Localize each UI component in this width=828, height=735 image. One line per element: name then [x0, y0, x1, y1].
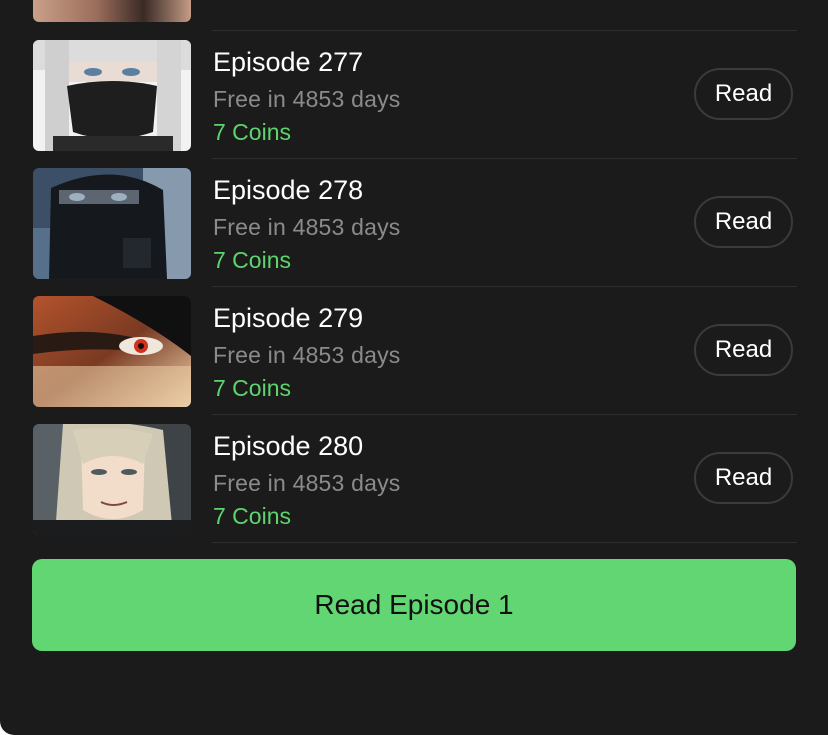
episode-title: Episode 278: [213, 175, 364, 205]
previous-episode-thumbnail[interactable]: [33, 0, 191, 22]
free-countdown: Free in 4853 days: [213, 86, 401, 112]
read-button[interactable]: Read: [694, 324, 793, 376]
episode-row-277[interactable]: Episode 277 Free in 4853 days 7 Coins Re…: [0, 31, 828, 159]
coin-price: 7 Coins: [213, 503, 291, 529]
episode-title: Episode 280: [213, 431, 364, 461]
red-eye-closeup-illustration-icon: [33, 296, 191, 407]
coin-price: 7 Coins: [213, 119, 291, 145]
episode-row-279[interactable]: Episode 279 Free in 4853 days 7 Coins Re…: [0, 287, 828, 415]
divider: [212, 542, 797, 543]
blond-man-illustration-icon: [33, 424, 191, 535]
masked-girl-illustration-icon: [33, 40, 191, 151]
free-countdown: Free in 4853 days: [213, 470, 401, 496]
masked-figure-illustration-icon: [33, 168, 191, 279]
episode-thumbnail[interactable]: [33, 296, 191, 407]
episode-list-panel: Episode 277 Free in 4853 days 7 Coins Re…: [0, 0, 828, 735]
episode-title: Episode 279: [213, 303, 364, 333]
episode-thumbnail[interactable]: [33, 168, 191, 279]
free-countdown: Free in 4853 days: [213, 214, 401, 240]
coin-price: 7 Coins: [213, 247, 291, 273]
read-button[interactable]: Read: [694, 196, 793, 248]
episode-thumbnail[interactable]: [33, 40, 191, 151]
episode-row-280[interactable]: Episode 280 Free in 4853 days 7 Coins Re…: [0, 415, 828, 543]
free-countdown: Free in 4853 days: [213, 342, 401, 368]
read-button[interactable]: Read: [694, 68, 793, 120]
episode-title: Episode 277: [213, 47, 364, 77]
episode-row-278[interactable]: Episode 278 Free in 4853 days 7 Coins Re…: [0, 159, 828, 287]
episode-thumbnail[interactable]: [33, 424, 191, 535]
read-episode-1-button[interactable]: Read Episode 1: [32, 559, 796, 651]
coin-price: 7 Coins: [213, 375, 291, 401]
read-button[interactable]: Read: [694, 452, 793, 504]
